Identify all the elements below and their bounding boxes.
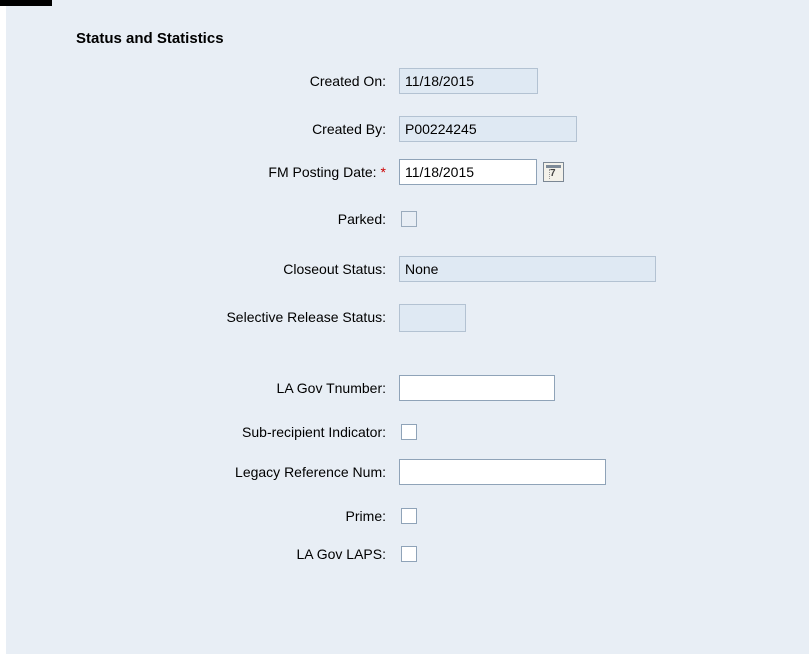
row-sub-recipient-indicator: Sub-recipient Indicator: bbox=[0, 417, 809, 447]
parked-checkbox[interactable] bbox=[401, 211, 417, 227]
section-title: Status and Statistics bbox=[76, 30, 224, 47]
row-prime: Prime: bbox=[0, 501, 809, 531]
selective-release-status-field[interactable] bbox=[399, 304, 466, 332]
la-gov-tnumber-input[interactable] bbox=[399, 375, 555, 401]
la-gov-laps-checkbox[interactable] bbox=[401, 546, 417, 562]
row-selective-release-status: Selective Release Status: bbox=[0, 302, 809, 332]
created-by-field[interactable]: P00224245 bbox=[399, 116, 577, 142]
selective-release-status-label: Selective Release Status: bbox=[226, 309, 386, 325]
created-by-label: Created By: bbox=[312, 121, 386, 137]
calendar-icon[interactable]: 7 bbox=[543, 162, 564, 182]
row-closeout-status: Closeout Status: None bbox=[0, 254, 809, 284]
created-on-field[interactable]: 11/18/2015 bbox=[399, 68, 538, 94]
row-legacy-reference-num: Legacy Reference Num: bbox=[0, 457, 809, 487]
sub-recipient-indicator-checkbox[interactable] bbox=[401, 424, 417, 440]
fm-posting-date-label: FM Posting Date: * bbox=[268, 157, 386, 187]
row-created-on: Created On: 11/18/2015 bbox=[0, 66, 809, 96]
row-la-gov-laps: LA Gov LAPS: bbox=[0, 539, 809, 569]
closeout-status-label: Closeout Status: bbox=[283, 261, 386, 277]
la-gov-laps-label: LA Gov LAPS: bbox=[296, 546, 387, 562]
la-gov-tnumber-label: LA Gov Tnumber: bbox=[276, 380, 386, 396]
row-la-gov-tnumber: LA Gov Tnumber: bbox=[0, 373, 809, 403]
row-fm-posting-date: FM Posting Date: * 11/18/2015 7 bbox=[0, 157, 809, 187]
fm-posting-date-label-text: FM Posting Date: bbox=[268, 164, 377, 180]
created-on-label: Created On: bbox=[309, 73, 386, 89]
prime-label: Prime: bbox=[345, 508, 386, 524]
required-marker: * bbox=[380, 164, 386, 180]
row-parked: Parked: bbox=[0, 204, 809, 234]
calendar-icon-number: 7 bbox=[550, 168, 556, 179]
closeout-status-field[interactable]: None bbox=[399, 256, 656, 282]
prime-checkbox[interactable] bbox=[401, 508, 417, 524]
fm-posting-date-input[interactable]: 11/18/2015 bbox=[399, 159, 537, 185]
row-created-by: Created By: P00224245 bbox=[0, 114, 809, 144]
sub-recipient-indicator-label: Sub-recipient Indicator: bbox=[242, 424, 386, 440]
parked-label: Parked: bbox=[337, 211, 386, 227]
legacy-reference-num-label: Legacy Reference Num: bbox=[235, 464, 386, 480]
legacy-reference-num-input[interactable] bbox=[399, 459, 606, 485]
